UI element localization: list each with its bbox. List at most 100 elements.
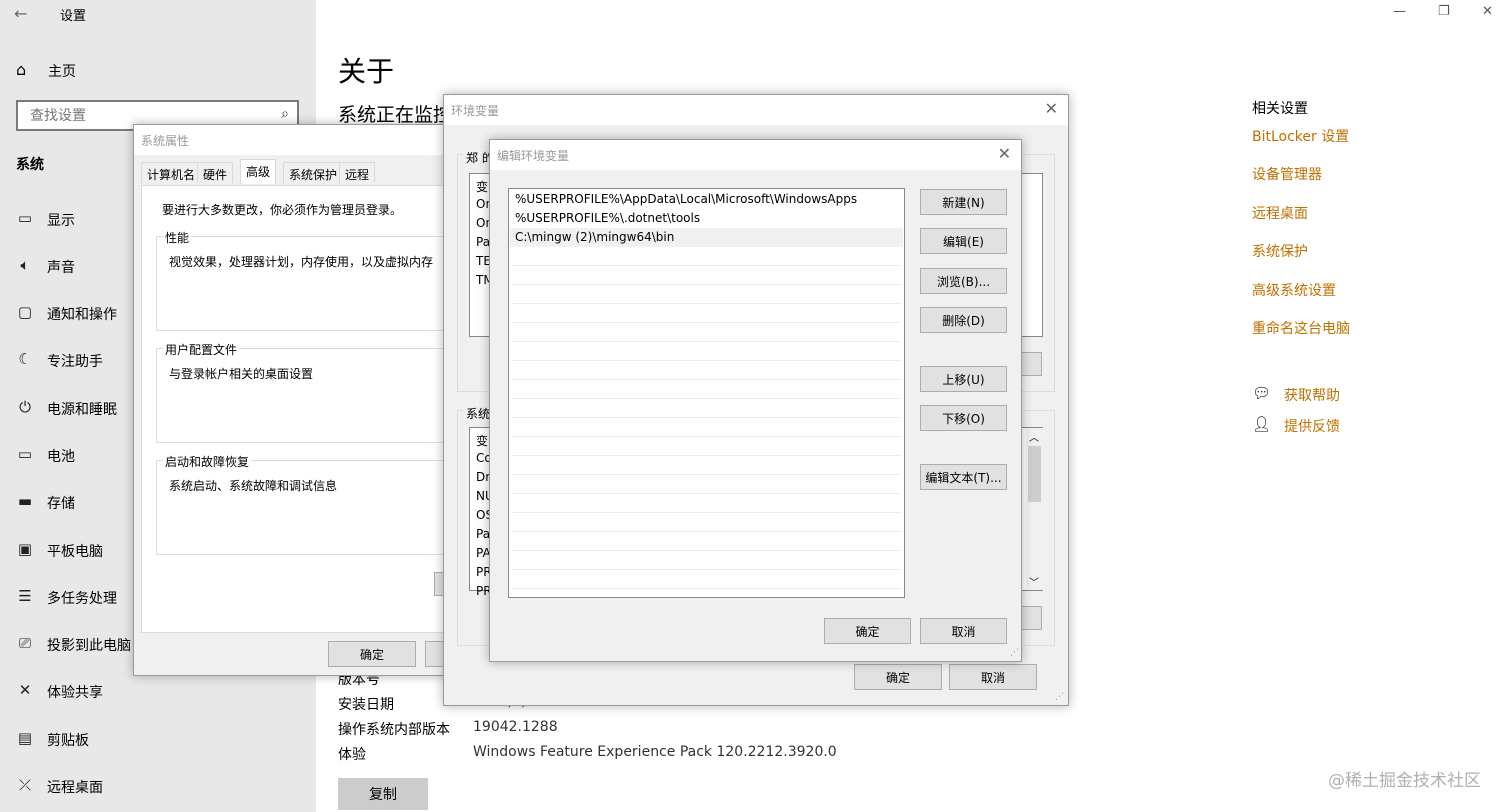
tab-hardware[interactable]: 硬件 — [197, 162, 234, 183]
path-item[interactable]: %USERPROFILE%\.dotnet\tools — [510, 209, 903, 228]
performance-group: 性能 视觉效果，处理器计划，内存使用，以及虚拟内存 — [156, 229, 456, 331]
close-icon[interactable]: ✕ — [1045, 99, 1058, 118]
page-subtitle: 系统正在监控 — [338, 104, 453, 126]
dialog-titlebar[interactable]: 系统属性 — [134, 125, 462, 155]
move-down-button[interactable]: 下移(O) — [920, 405, 1007, 431]
list-item[interactable]: 变 — [476, 178, 488, 195]
empty-row-line — [512, 322, 901, 323]
storage-icon: ▬ — [17, 492, 33, 510]
battery-icon: ▭ — [17, 445, 33, 463]
feedback-icon: 👤︎ — [1252, 415, 1272, 433]
nav-item-label: 体验共享 — [47, 685, 103, 701]
nav-item-label: 远程桌面 — [47, 780, 103, 796]
nav-home-label: 主页 — [48, 64, 76, 80]
nav-item-label: 存储 — [47, 496, 75, 512]
empty-row-line — [512, 417, 901, 418]
sysprop-ok-button[interactable]: 确定 — [328, 641, 416, 667]
tab-remote[interactable]: 远程 — [339, 162, 376, 183]
edit-button[interactable]: 编辑(E) — [920, 228, 1007, 254]
empty-row-line — [512, 303, 901, 304]
path-item[interactable]: %USERPROFILE%\AppData\Local\Microsoft\Wi… — [510, 190, 903, 209]
scroll-down-icon[interactable]: ﹀ — [1029, 574, 1039, 589]
dialog-titlebar[interactable]: 编辑环境变量 ✕ — [490, 140, 1021, 170]
empty-row-line — [512, 379, 901, 380]
scroll-thumb[interactable] — [1028, 446, 1041, 502]
edit-cancel-button[interactable]: 取消 — [920, 618, 1007, 644]
power-icon: ⏻ — [19, 398, 31, 416]
nav-item-label: 声音 — [47, 260, 75, 276]
restore-icon[interactable]: ❐ — [1438, 4, 1450, 19]
window-title: 设置 — [60, 9, 87, 24]
nav-home[interactable]: ⌂ 主页 — [16, 58, 306, 82]
dialog-titlebar[interactable]: 环境变量 ✕ — [444, 95, 1068, 125]
share-icon: ✕ — [18, 681, 32, 699]
spec-label: 操作系统内部版本 — [338, 722, 450, 738]
list-item[interactable]: Pa — [476, 527, 490, 541]
empty-row-line — [512, 512, 901, 513]
section-heading: 系统 — [16, 157, 44, 173]
move-up-button[interactable]: 上移(U) — [920, 366, 1007, 392]
browse-button[interactable]: 浏览(B)... — [920, 268, 1007, 294]
env-ok-button[interactable]: 确定 — [854, 664, 942, 690]
resize-grip-icon[interactable]: ⋰ — [1010, 648, 1019, 658]
group-desc: 系统启动、系统故障和调试信息 — [169, 479, 338, 493]
tab-computer-name[interactable]: 计算机名 — [141, 162, 202, 183]
page-title: 关于 — [338, 55, 395, 88]
remote-icon: ⤫ — [18, 776, 31, 794]
edit-ok-button[interactable]: 确定 — [824, 618, 911, 644]
link-bitlocker[interactable]: BitLocker 设置 — [1252, 126, 1349, 146]
link-advanced-system[interactable]: 高级系统设置 — [1252, 280, 1336, 300]
close-icon[interactable]: ✕ — [998, 144, 1011, 163]
get-help-link[interactable]: 💬︎ 获取帮助 — [1252, 384, 1452, 406]
path-list[interactable]: %USERPROFILE%\AppData\Local\Microsoft\Wi… — [508, 188, 905, 598]
back-arrow-icon[interactable]: ← — [14, 4, 27, 23]
link-device-manager[interactable]: 设备管理器 — [1252, 164, 1322, 184]
env-cancel-button[interactable]: 取消 — [949, 664, 1037, 690]
nav-item-label: 专注助手 — [47, 354, 103, 370]
system-delete-button-partial[interactable] — [1021, 606, 1042, 630]
tab-system-protection[interactable]: 系统保护 — [283, 162, 344, 183]
path-item-selected[interactable]: C:\mingw (2)\mingw64\bin — [510, 228, 903, 247]
nav-item-remote-desktop[interactable]: ⤫ 远程桌面 — [16, 771, 306, 801]
empty-row-line — [512, 588, 901, 589]
notification-icon: ▢ — [17, 303, 33, 321]
group-desc: 视觉效果，处理器计划，内存使用，以及虚拟内存 — [169, 255, 434, 269]
new-button[interactable]: 新建(N) — [920, 189, 1007, 215]
scrollbar[interactable]: ︿ ﹀ — [1026, 428, 1043, 590]
feedback-label: 提供反馈 — [1284, 419, 1340, 435]
link-remote-desktop[interactable]: 远程桌面 — [1252, 203, 1308, 223]
tab-advanced[interactable]: 高级 — [240, 159, 277, 184]
related-settings-title: 相关设置 — [1252, 101, 1308, 117]
link-system-protection[interactable]: 系统保护 — [1252, 241, 1308, 261]
feedback-link[interactable]: 👤︎ 提供反馈 — [1252, 415, 1452, 437]
dialog-title: 环境变量 — [451, 104, 500, 118]
spec-label: 安装日期 — [338, 697, 394, 713]
empty-row-line — [512, 550, 901, 551]
group-legend: 性能 — [163, 229, 192, 246]
tablet-icon: ▣ — [17, 540, 33, 558]
empty-row-line — [512, 569, 901, 570]
spec-value: 19042.1288 — [473, 719, 558, 735]
search-icon[interactable]: ⌕ — [281, 106, 289, 122]
copy-button[interactable]: 复制 — [338, 778, 428, 810]
nav-item-shared[interactable]: ✕ 体验共享 — [16, 676, 306, 706]
resize-grip-icon[interactable]: ⋰ — [1055, 692, 1064, 702]
nav-item-label: 电池 — [47, 449, 75, 465]
empty-row-line — [512, 455, 901, 456]
close-icon[interactable]: ✕ — [1482, 4, 1493, 19]
empty-row-line — [512, 265, 901, 266]
nav-item-clipboard[interactable]: ▤ 剪贴板 — [16, 724, 306, 754]
scroll-up-icon[interactable]: ︿ — [1029, 429, 1039, 444]
empty-row-line — [512, 493, 901, 494]
edit-text-button[interactable]: 编辑文本(T)... — [920, 464, 1007, 490]
delete-button[interactable]: 删除(D) — [920, 307, 1007, 333]
list-item[interactable]: Pa — [476, 235, 490, 249]
empty-row-line — [512, 360, 901, 361]
group-desc: 与登录帐户相关的桌面设置 — [169, 367, 314, 381]
link-rename-pc[interactable]: 重命名这台电脑 — [1252, 318, 1350, 338]
minimize-icon[interactable]: — — [1393, 4, 1406, 19]
list-item[interactable]: 变 — [476, 432, 488, 449]
user-profile-group: 用户配置文件 与登录帐户相关的桌面设置 — [156, 341, 456, 443]
multitask-icon: ☰ — [18, 587, 32, 605]
user-delete-button-partial[interactable] — [1021, 352, 1042, 376]
